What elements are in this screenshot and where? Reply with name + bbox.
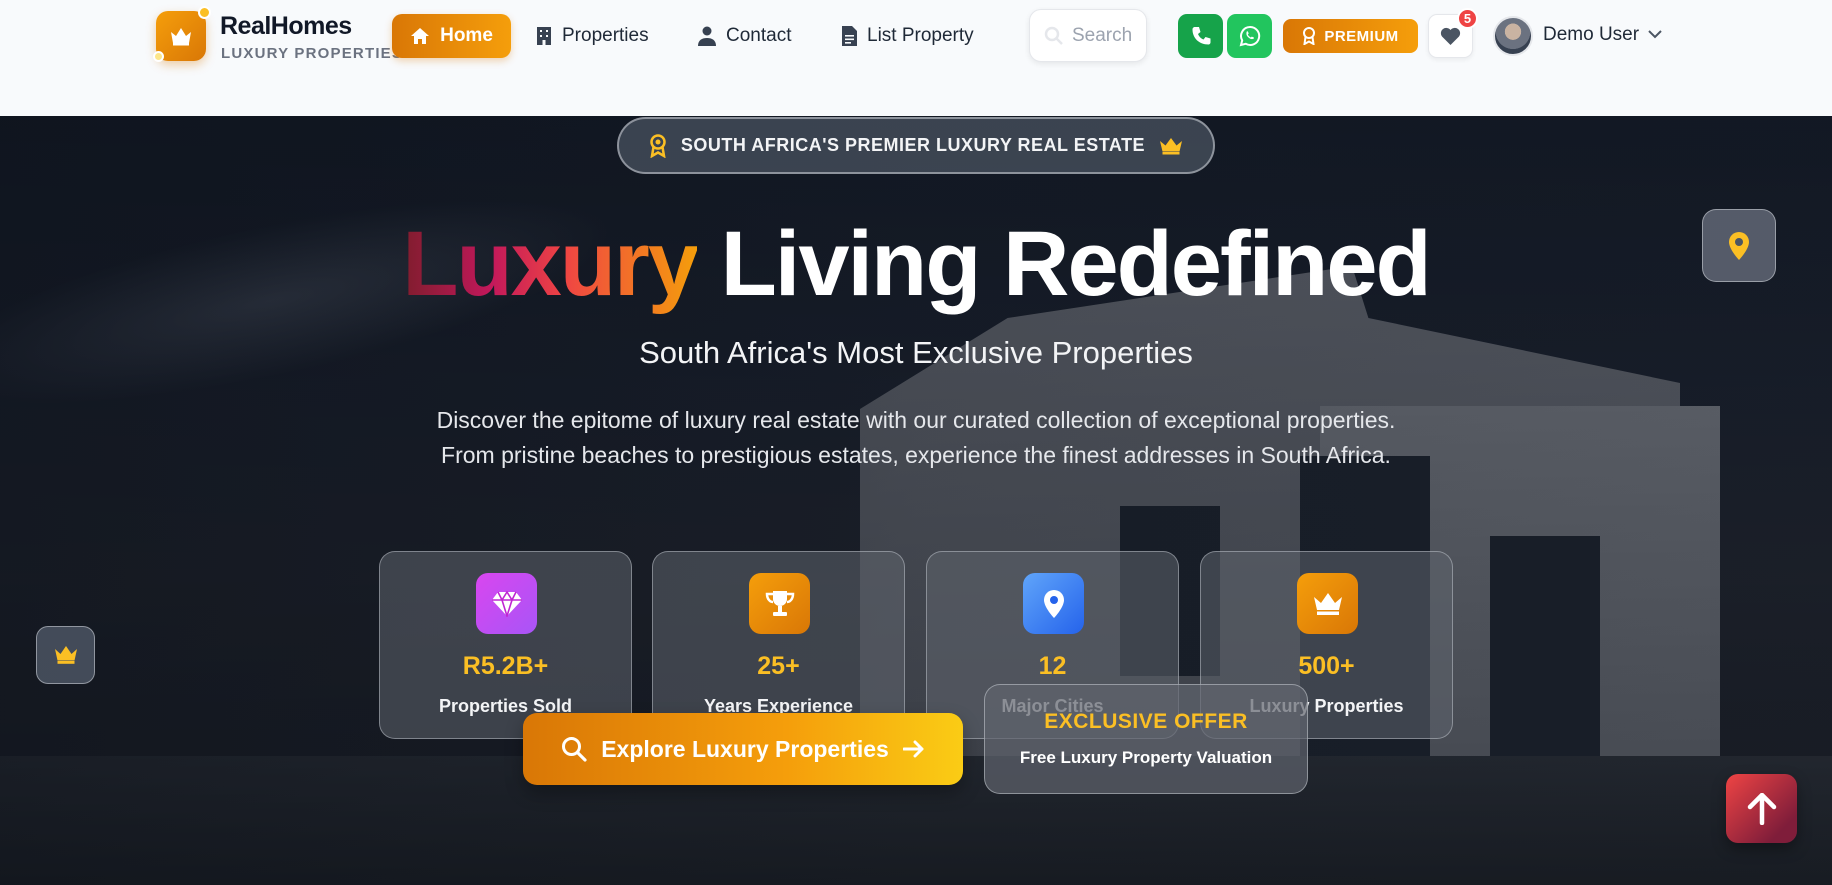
nav-item-contact[interactable]: Contact: [698, 14, 791, 58]
chevron-down-icon[interactable]: [1648, 30, 1662, 39]
user-icon: [698, 26, 716, 46]
stat-value: 12: [1038, 652, 1067, 680]
explore-properties-button[interactable]: Explore Luxury Properties: [523, 713, 963, 785]
map-pin-icon: [1729, 231, 1749, 260]
stat-value: 500+: [1298, 652, 1355, 680]
search-icon: [1044, 26, 1063, 45]
logo-star-dot: [153, 51, 164, 62]
avatar[interactable]: [1493, 16, 1533, 56]
nav-label: List Property: [867, 25, 974, 46]
site-header: RealHomes LUXURY PROPERTIES Home Propert…: [0, 0, 1832, 116]
brand-tagline: LUXURY PROPERTIES: [221, 45, 404, 62]
stat-value: R5.2B+: [462, 652, 549, 680]
nav-label: Home: [440, 25, 493, 46]
hero-tag-pill: SOUTH AFRICA'S PREMIER LUXURY REAL ESTAT…: [617, 117, 1215, 174]
premium-button[interactable]: PREMIUM: [1283, 19, 1418, 53]
document-icon: [842, 26, 857, 46]
explore-label: Explore Luxury Properties: [601, 735, 889, 762]
user-name[interactable]: Demo User: [1543, 24, 1639, 46]
crown-icon: [1313, 592, 1342, 615]
hero-title: Luxury Living Redefined: [0, 212, 1832, 317]
stat-icon-bg: [1023, 573, 1084, 634]
hero-tag-text: SOUTH AFRICA'S PREMIER LUXURY REAL ESTAT…: [680, 135, 1146, 155]
home-icon: [411, 28, 430, 44]
stat-card-properties-sold: R5.2B+ Properties Sold: [379, 551, 632, 739]
trophy-icon: [765, 590, 794, 616]
hero-description: Discover the epitome of luxury real esta…: [436, 407, 1396, 468]
hero-section: SOUTH AFRICA'S PREMIER LUXURY REAL ESTAT…: [0, 116, 1832, 885]
logo-sparkle-dot: [198, 6, 211, 19]
heart-icon: [1440, 27, 1461, 45]
whatsapp-button[interactable]: [1227, 14, 1272, 58]
phone-button[interactable]: [1178, 14, 1223, 58]
nav-item-properties[interactable]: Properties: [536, 14, 649, 58]
stat-icon-bg: [1297, 573, 1358, 634]
stat-value: 25+: [757, 652, 800, 680]
nav-label: Properties: [562, 25, 649, 46]
search-icon: [562, 737, 587, 762]
floating-crown-button[interactable]: [36, 626, 95, 684]
crown-icon: [1160, 137, 1183, 154]
stat-icon-bg: [476, 573, 537, 634]
exclusive-offer-card[interactable]: EXCLUSIVE OFFER Free Luxury Property Val…: [984, 684, 1308, 794]
award-icon: [650, 133, 666, 158]
floating-location-button[interactable]: [1702, 209, 1776, 282]
nav-item-list-property[interactable]: List Property: [842, 14, 974, 58]
nav-label: Contact: [726, 25, 792, 46]
hero-title-highlight: Luxury: [402, 213, 699, 315]
search-box[interactable]: [1029, 9, 1147, 62]
building-icon: [537, 27, 551, 45]
whatsapp-icon: [1239, 25, 1260, 47]
arrow-right-icon: [902, 740, 924, 758]
scroll-to-top-button[interactable]: [1726, 774, 1797, 843]
hero-subtitle: South Africa's Most Exclusive Properties: [639, 335, 1193, 370]
award-icon: [1303, 27, 1316, 45]
diamond-icon: [491, 590, 522, 617]
premium-label: PREMIUM: [1324, 27, 1399, 45]
map-pin-icon: [1043, 589, 1064, 618]
favorites-count-badge: 5: [1457, 8, 1478, 29]
hero-title-rest: Living Redefined: [720, 213, 1432, 315]
offer-subtitle: Free Luxury Property Valuation: [1019, 748, 1273, 767]
crown-icon: [171, 28, 191, 46]
crown-icon: [54, 646, 77, 664]
search-input[interactable]: [1072, 24, 1134, 47]
nav-item-home[interactable]: Home: [392, 14, 511, 58]
stat-card-years-experience: 25+ Years Experience: [652, 551, 905, 739]
phone-icon: [1192, 27, 1210, 45]
brand-name[interactable]: RealHomes: [220, 12, 352, 41]
stat-icon-bg: [749, 573, 810, 634]
arrow-up-icon: [1747, 792, 1776, 825]
offer-title: EXCLUSIVE OFFER: [1044, 710, 1248, 733]
